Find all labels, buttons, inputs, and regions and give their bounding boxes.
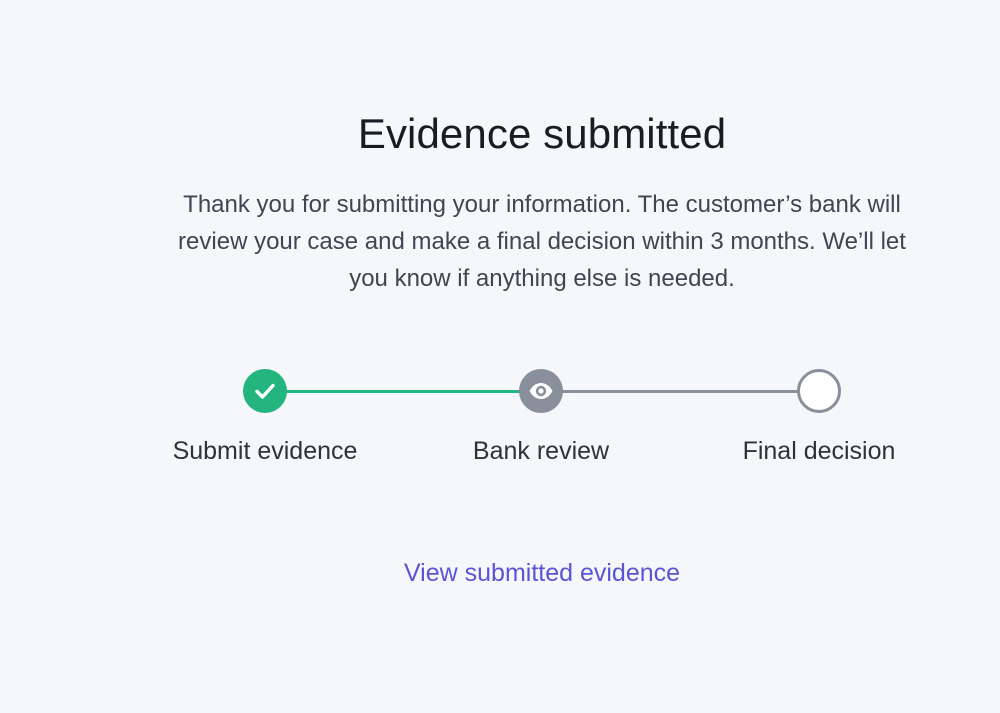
step-label-submit-evidence: Submit evidence (172, 437, 358, 465)
eye-icon (529, 383, 553, 399)
step-submit-evidence-indicator (243, 369, 287, 413)
confirmation-panel: Evidence submitted Thank you for submitt… (140, 0, 944, 713)
stepper-connector-complete (265, 390, 541, 393)
stepper-connector-pending (541, 390, 819, 393)
step-final-decision-indicator (797, 369, 841, 413)
step-label-bank-review: Bank review (472, 437, 610, 465)
check-icon (255, 383, 275, 399)
step-label-final-decision: Final decision (742, 437, 896, 465)
step-bank-review-indicator (519, 369, 563, 413)
view-submitted-evidence-link[interactable]: View submitted evidence (342, 557, 742, 589)
progress-stepper: Submit evidence Bank review Final decisi… (140, 0, 944, 713)
